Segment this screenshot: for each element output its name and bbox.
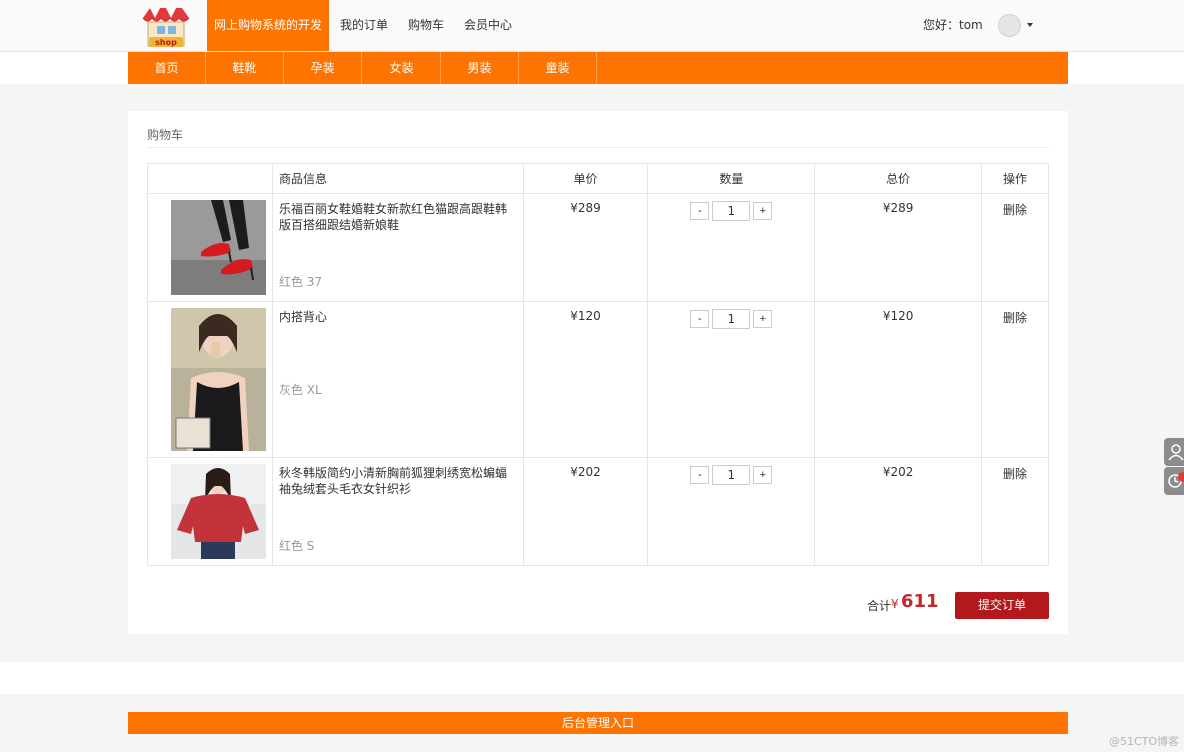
qty-plus-button[interactable]: + <box>753 310 773 328</box>
cart-panel: 购物车 商品信息 单价 数量 总价 操作 乐福百丽女鞋婚鞋女新款红色猫跟高跟鞋韩… <box>128 111 1068 634</box>
quantity-stepper: - + <box>690 309 773 329</box>
nav-cart[interactable]: 购物车 <box>408 0 444 51</box>
footer-band <box>0 662 1184 694</box>
top-navbar: shop 网上购物系统的开发 我的订单 购物车 会员中心 您好：tom <box>0 0 1184 52</box>
line-total: ¥289 <box>814 193 983 302</box>
quantity-cell: - + <box>647 193 816 302</box>
category-shoes[interactable]: 鞋靴 <box>206 52 284 84</box>
svg-text:shop: shop <box>155 38 177 47</box>
column-header-total: 总价 <box>814 163 983 194</box>
table-header-row: 商品信息 单价 数量 总价 操作 <box>147 163 1049 194</box>
delete-link[interactable]: 删除 <box>981 193 1049 302</box>
shop-logo[interactable]: shop <box>140 4 192 50</box>
qty-plus-button[interactable]: + <box>753 466 773 484</box>
qty-input[interactable] <box>712 309 751 329</box>
sum-value: 611 <box>901 591 939 612</box>
product-name[interactable]: 秋冬韩版简约小清新胸前狐狸刺绣宽松蝙蝠袖兔绒套头毛衣女针织衫 <box>279 465 517 497</box>
qty-minus-button[interactable]: - <box>690 466 710 484</box>
product-info-cell: 内搭背心 灰色 XL <box>271 301 524 458</box>
column-header-info: 商品信息 <box>271 163 524 194</box>
table-row: 内搭背心 灰色 XL ¥120 - + ¥120 删除 <box>147 301 1049 458</box>
delete-link[interactable]: 删除 <box>981 457 1049 566</box>
category-home[interactable]: 首页 <box>128 52 206 84</box>
qty-minus-button[interactable]: - <box>690 310 710 328</box>
divider <box>147 147 1049 148</box>
product-info-cell: 乐福百丽女鞋婚鞋女新款红色猫跟高跟鞋韩版百搭细跟结婚新娘鞋 红色 37 <box>271 193 524 302</box>
qty-plus-button[interactable]: + <box>753 202 773 220</box>
table-row: 秋冬韩版简约小清新胸前狐狸刺绣宽松蝙蝠袖兔绒套头毛衣女针织衫 红色 S ¥202… <box>147 457 1049 566</box>
category-bar: 首页 鞋靴 孕装 女装 男装 童装 <box>128 52 1068 84</box>
table-row: 乐福百丽女鞋婚鞋女新款红色猫跟高跟鞋韩版百搭细跟结婚新娘鞋 红色 37 ¥289… <box>147 193 1049 302</box>
quantity-stepper: - + <box>690 201 773 221</box>
category-maternity[interactable]: 孕装 <box>284 52 362 84</box>
line-total: ¥202 <box>814 457 983 566</box>
quantity-cell: - + <box>647 457 816 566</box>
avatar[interactable] <box>998 14 1021 37</box>
quantity-cell: - + <box>647 301 816 458</box>
unit-price: ¥289 <box>522 193 649 302</box>
quantity-stepper: - + <box>690 465 773 485</box>
submit-order-button[interactable]: 提交订单 <box>955 592 1049 619</box>
qty-input[interactable] <box>712 465 751 485</box>
qty-minus-button[interactable]: - <box>690 202 710 220</box>
category-men[interactable]: 男装 <box>441 52 519 84</box>
admin-entry-link[interactable]: 后台管理入口 <box>128 712 1068 734</box>
user-greeting: 您好：tom <box>923 18 983 32</box>
watermark: @51CTO博客 <box>1109 735 1180 748</box>
product-attr: 灰色 XL <box>278 383 322 397</box>
product-image-cell <box>147 193 273 302</box>
product-name[interactable]: 乐福百丽女鞋婚鞋女新款红色猫跟高跟鞋韩版百搭细跟结婚新娘鞋 <box>279 201 517 233</box>
product-attr: 红色 S <box>278 539 315 553</box>
sum-currency: ¥ <box>891 597 899 611</box>
page-title: 购物车 <box>147 128 184 142</box>
qty-input[interactable] <box>712 201 751 221</box>
category-women[interactable]: 女装 <box>363 52 441 84</box>
product-image-black-vest[interactable] <box>170 308 266 451</box>
chevron-down-icon[interactable] <box>1027 23 1033 27</box>
notification-badge <box>1178 472 1184 482</box>
line-total: ¥120 <box>814 301 983 458</box>
sum-label: 合计 <box>867 599 892 613</box>
product-name[interactable]: 内搭背心 <box>279 309 517 325</box>
product-info-cell: 秋冬韩版简约小清新胸前狐狸刺绣宽松蝙蝠袖兔绒套头毛衣女针织衫 红色 S <box>271 457 524 566</box>
delete-link[interactable]: 删除 <box>981 301 1049 458</box>
product-image-red-sweater[interactable] <box>170 464 266 559</box>
product-image-red-heels[interactable] <box>170 200 266 295</box>
nav-brand-active[interactable]: 网上购物系统的开发 <box>207 0 329 51</box>
column-header-op: 操作 <box>981 163 1049 194</box>
user-icon[interactable] <box>1164 438 1184 466</box>
unit-price: ¥120 <box>522 301 649 458</box>
product-attr: 红色 37 <box>278 275 323 289</box>
product-image-cell <box>147 457 273 566</box>
cart-table: 商品信息 单价 数量 总价 操作 乐福百丽女鞋婚鞋女新款红色猫跟高跟鞋韩版百搭细… <box>147 163 1049 566</box>
column-header-price: 单价 <box>522 163 649 194</box>
category-kids[interactable]: 童装 <box>519 52 597 84</box>
nav-member-center[interactable]: 会员中心 <box>464 0 512 51</box>
nav-my-orders[interactable]: 我的订单 <box>340 0 388 51</box>
column-header-qty: 数量 <box>647 163 816 194</box>
column-header-image <box>147 163 273 194</box>
unit-price: ¥202 <box>522 457 649 566</box>
product-image-cell <box>147 301 273 458</box>
